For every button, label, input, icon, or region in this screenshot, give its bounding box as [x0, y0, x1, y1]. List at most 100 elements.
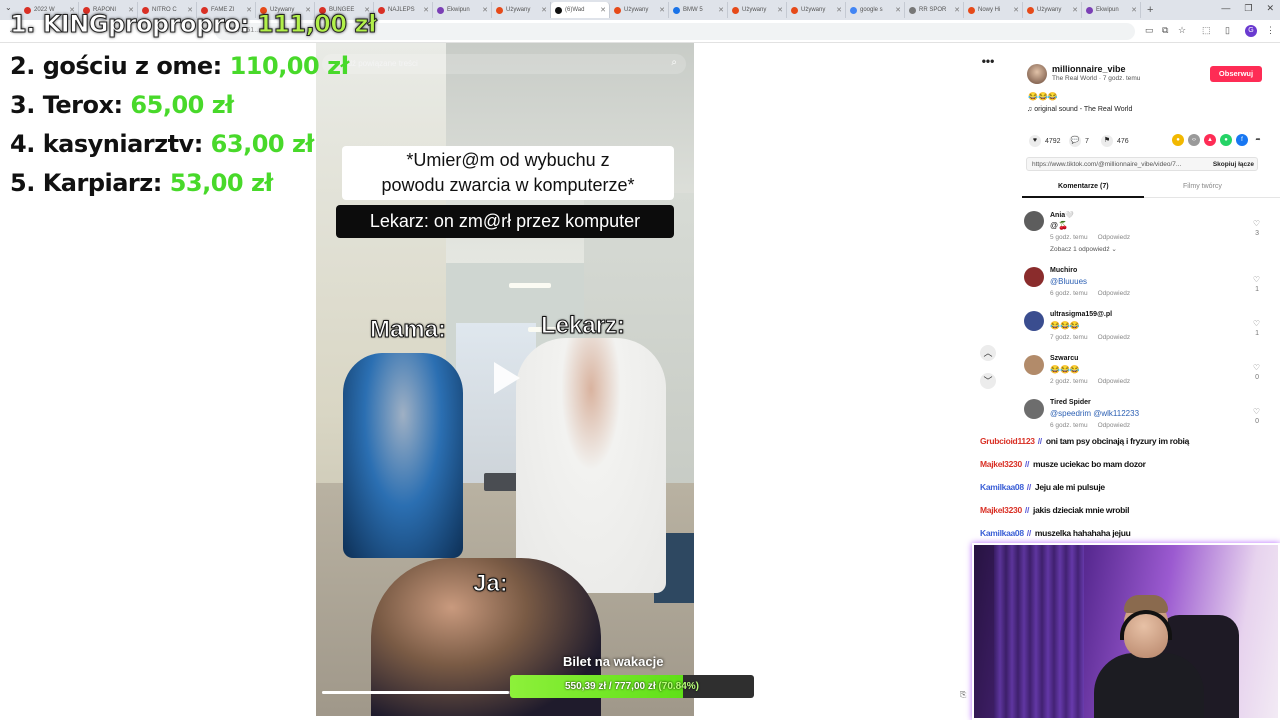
tab-label: Używany — [506, 7, 531, 13]
maximize-icon[interactable]: ❐ — [1244, 3, 1252, 14]
author-avatar[interactable] — [1027, 64, 1047, 84]
coin-share-icon[interactable]: ● — [1172, 134, 1184, 146]
reply-button[interactable]: Odpowiedz — [1098, 290, 1131, 297]
comment-like-icon[interactable]: ♡ — [1253, 219, 1260, 228]
translate-icon[interactable]: ⧉ — [1162, 25, 1168, 36]
browser-tab[interactable]: NAJLEPS ✕ — [374, 2, 433, 18]
chevron-up-icon[interactable]: ︿ — [980, 345, 996, 361]
browser-tab[interactable]: Ekwipun ✕ — [433, 2, 492, 18]
commenter-name[interactable]: Muchiro — [1050, 267, 1077, 274]
browser-tab[interactable]: Używany ✕ — [728, 2, 787, 18]
view-replies-button[interactable]: Zobacz 1 odpowiedź ⌄ — [1050, 245, 1117, 253]
browser-tab[interactable]: BMW 5 ✕ — [669, 2, 728, 18]
more-options-icon[interactable]: ••• — [978, 55, 998, 70]
caption-top: *Umier@m od wybuchu z powodu zwarcia w k… — [342, 146, 674, 200]
webcam-feed — [972, 543, 1280, 720]
commenter-name[interactable]: Szwarcu — [1050, 355, 1078, 362]
tab-close-icon[interactable]: ✕ — [423, 6, 429, 14]
tab-close-icon[interactable]: ✕ — [836, 6, 842, 14]
tab-close-icon[interactable]: ✕ — [777, 6, 783, 14]
sound-link[interactable]: ♫ original sound - The Real World — [1027, 106, 1132, 113]
author-name[interactable]: millionnaire_vibe — [1052, 64, 1126, 74]
chat-separator-icon: // — [1026, 528, 1031, 538]
bookmark-star-icon[interactable]: ☆ — [1178, 25, 1186, 36]
comment-like-icon[interactable]: ♡ — [1253, 363, 1260, 372]
comment-like-count: 0 — [1255, 374, 1259, 381]
comment-like-icon[interactable]: ♡ — [1253, 275, 1260, 284]
browser-tab[interactable]: Używany ✕ — [610, 2, 669, 18]
send-icon[interactable]: ▲ — [1204, 134, 1216, 146]
reply-button[interactable]: Odpowiedz — [1098, 334, 1131, 341]
embed-icon[interactable]: ‹› — [1188, 134, 1200, 146]
browser-tab[interactable]: Używany ✕ — [492, 2, 551, 18]
tab-close-icon[interactable]: ✕ — [482, 6, 488, 14]
browser-tab[interactable]: Nowy Hi ✕ — [964, 2, 1023, 18]
reply-button[interactable]: Odpowiedz — [1098, 234, 1131, 241]
tab-creator-videos[interactable]: Filmy twórcy — [1183, 183, 1222, 190]
goal-progress-bar: 550,39 zł / 777,00 zł (70.84%) — [510, 675, 754, 698]
new-tab-button[interactable]: + — [1147, 4, 1153, 16]
chevron-down-icon[interactable]: ﹀ — [980, 373, 996, 389]
commenter-avatar[interactable] — [1024, 399, 1044, 419]
browser-tab[interactable]: RR SPOR ✕ — [905, 2, 964, 18]
browser-tab[interactable]: Używany ✕ — [1023, 2, 1082, 18]
comment-stat[interactable]: 💬 7 — [1069, 135, 1089, 147]
browser-tab[interactable]: google s ✕ — [846, 2, 905, 18]
leaderboard-row: 4. kasyniarztv: 63,00 zł — [10, 130, 314, 158]
commenter-name[interactable]: ultrasigma159@.pl — [1050, 311, 1112, 318]
comment-like-icon[interactable]: ♡ — [1253, 319, 1260, 328]
profile-avatar[interactable]: G — [1245, 25, 1257, 37]
browser-tab[interactable]: Ekwipun ✕ — [1082, 2, 1141, 18]
commenter-avatar[interactable] — [1024, 211, 1044, 231]
like-stat[interactable]: ♥ 4792 — [1029, 135, 1061, 147]
commenter-name[interactable]: Tired Spider — [1050, 399, 1091, 406]
goal-target: 777,00 zł — [614, 681, 656, 692]
copy-link-button[interactable]: Skopiuj łącze — [1208, 161, 1254, 168]
browser-tab[interactable]: Używany ✕ — [787, 2, 846, 18]
play-icon[interactable] — [494, 362, 520, 394]
whatsapp-icon[interactable]: ● — [1220, 134, 1232, 146]
minimize-icon[interactable]: — — [1221, 3, 1230, 14]
facebook-icon[interactable]: f — [1236, 134, 1248, 146]
leaderboard-row: 5. Karpiarz: 53,00 zł — [10, 169, 273, 197]
reply-button[interactable]: Odpowiedz — [1098, 378, 1131, 385]
tab-close-icon[interactable]: ✕ — [659, 6, 665, 14]
tab-favicon-icon — [850, 6, 857, 14]
browser-tab[interactable]: (6)Wad ✕ — [551, 2, 610, 18]
chat-message: Kamilkaa08//Jeju ale mi pulsuje — [980, 482, 1105, 492]
chat-username: Majkel3230 — [980, 505, 1022, 515]
share-arrow-icon[interactable]: ➦ — [1252, 134, 1264, 146]
close-window-icon[interactable]: ✕ — [1266, 3, 1274, 14]
tab-close-icon[interactable]: ✕ — [718, 6, 724, 14]
save-stat[interactable]: ⚑ 476 — [1101, 135, 1129, 147]
post-link-field[interactable]: https://www.tiktok.com/@millionnaire_vib… — [1026, 157, 1258, 171]
commenter-name[interactable]: Ania🤍 — [1050, 211, 1074, 219]
sidebar-icon[interactable]: ▯ — [1225, 25, 1230, 36]
browser-menu-icon[interactable]: ⋮ — [1266, 25, 1275, 36]
extensions-icon[interactable]: ⬚ — [1202, 25, 1211, 36]
reply-button[interactable]: Odpowiedz — [1098, 422, 1131, 429]
tab-close-icon[interactable]: ✕ — [954, 6, 960, 14]
tab-close-icon[interactable]: ✕ — [895, 6, 901, 14]
comment-item: ultrasigma159@.pl 😂😂😂 7 godz. temu Odpowied… — [1024, 311, 1268, 351]
commenter-avatar[interactable] — [1024, 311, 1044, 331]
cast-icon[interactable]: ▭ — [1145, 25, 1154, 36]
search-icon[interactable]: ⌕ — [671, 57, 677, 68]
commenter-avatar[interactable] — [1024, 267, 1044, 287]
tab-favicon-icon — [673, 6, 680, 14]
tab-close-icon[interactable]: ✕ — [1013, 6, 1019, 14]
tab-close-icon[interactable]: ✕ — [1131, 6, 1137, 14]
report-icon[interactable]: ⎘ — [960, 690, 966, 700]
tab-label: Używany — [742, 7, 767, 13]
commenter-avatar[interactable] — [1024, 355, 1044, 375]
comment-like-icon[interactable]: ♡ — [1253, 407, 1260, 416]
tab-close-icon[interactable]: ✕ — [1072, 6, 1078, 14]
tab-close-icon[interactable]: ✕ — [600, 6, 606, 14]
leaderboard-rank: 1. — [10, 10, 36, 39]
tab-close-icon[interactable]: ✕ — [541, 6, 547, 14]
follow-button[interactable]: Obserwuj — [1210, 66, 1262, 82]
related-search-input[interactable]: Znajdź powiązane treści ⌕ — [322, 54, 686, 74]
tab-comments[interactable]: Komentarze (7) — [1058, 183, 1109, 190]
comment-time: 6 godz. temu — [1050, 422, 1088, 429]
comment-meta: 7 godz. temu Odpowiedz — [1050, 334, 1130, 341]
